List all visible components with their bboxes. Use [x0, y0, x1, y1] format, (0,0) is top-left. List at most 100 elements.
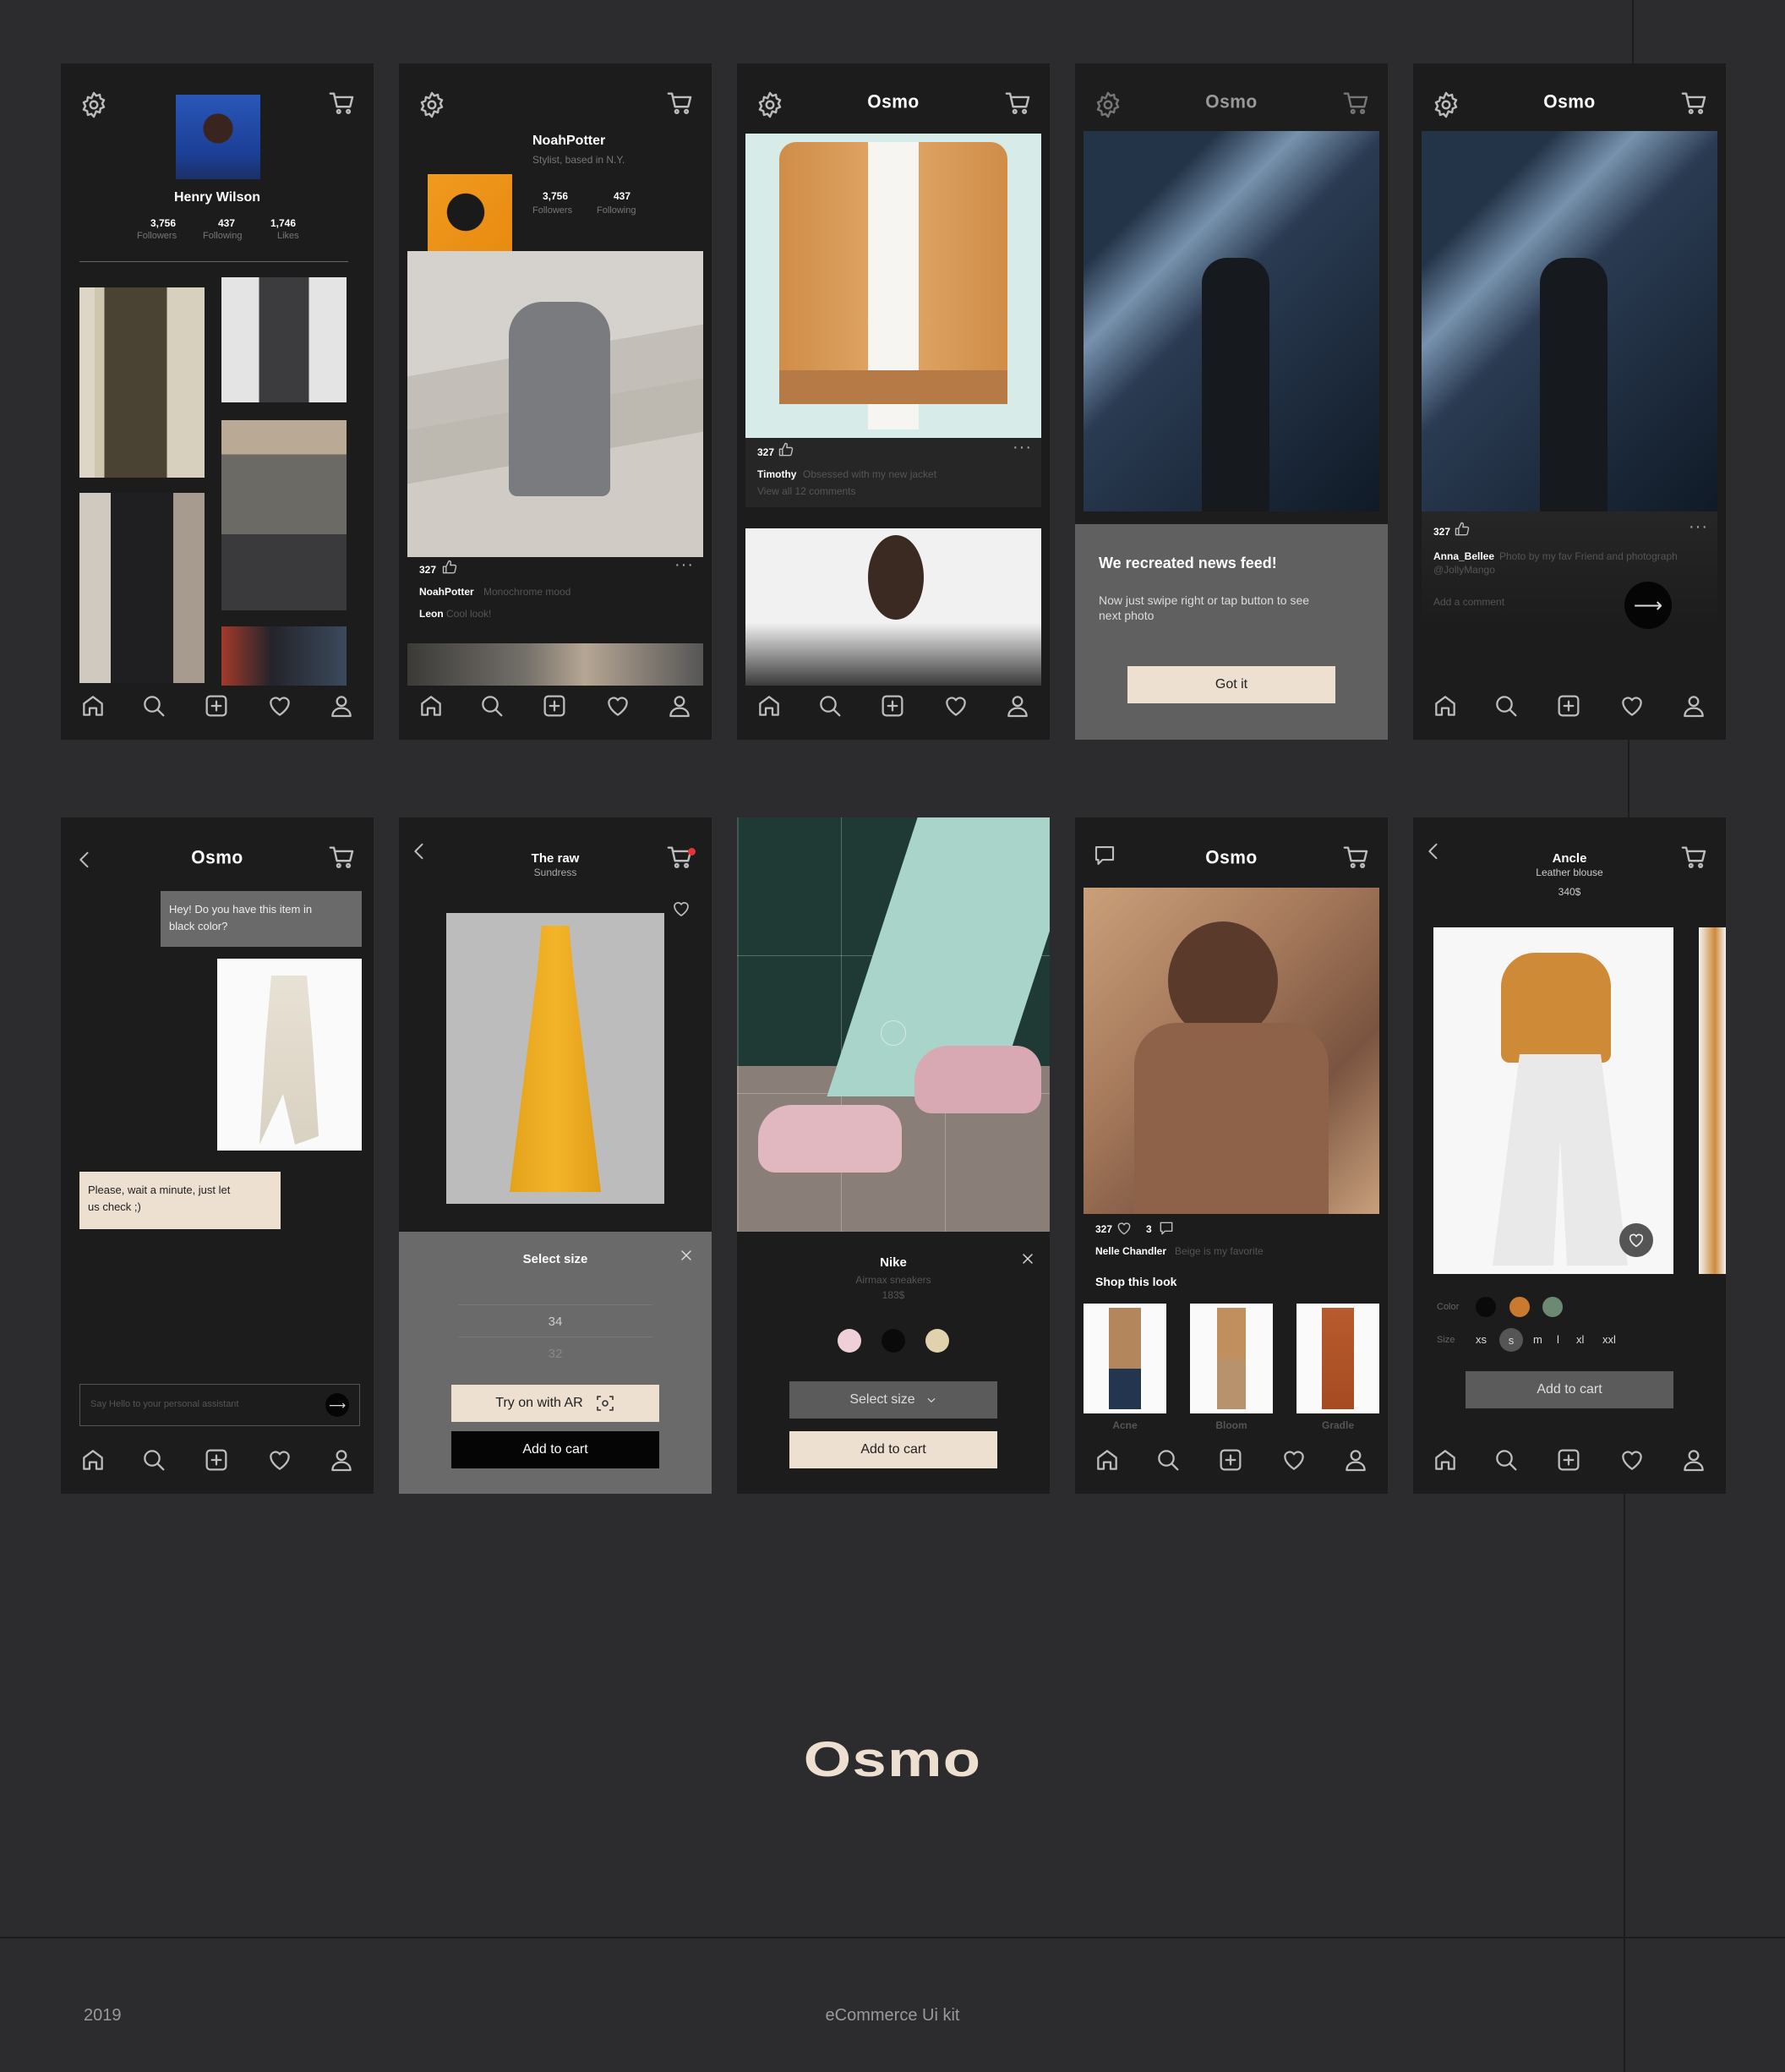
heart-icon[interactable] — [942, 692, 969, 719]
search-icon[interactable] — [478, 692, 505, 719]
message-image[interactable] — [217, 959, 362, 1151]
chat-input[interactable]: Say Hello to your personal assistant ⟶ — [79, 1384, 360, 1426]
try-on-ar-button[interactable]: Try on with AR — [451, 1385, 659, 1422]
size-option[interactable]: 34 — [399, 1315, 712, 1329]
search-icon[interactable] — [1155, 1446, 1182, 1473]
close-icon[interactable] — [1019, 1250, 1036, 1267]
color-swatch-green[interactable] — [1542, 1297, 1563, 1317]
heart-icon[interactable] — [671, 899, 691, 919]
post-username[interactable]: NoahPotter — [419, 586, 474, 598]
comment-icon[interactable] — [1158, 1220, 1175, 1237]
look-item-image[interactable] — [1190, 1304, 1273, 1413]
heart-icon[interactable] — [266, 1446, 293, 1473]
view-comments-link[interactable]: View all 12 comments — [757, 485, 856, 497]
cart-icon[interactable] — [666, 89, 695, 118]
heart-icon[interactable] — [604, 692, 631, 719]
add-icon[interactable] — [1555, 1446, 1582, 1473]
send-button[interactable]: ⟶ — [325, 1393, 349, 1417]
favorite-button[interactable] — [1619, 1223, 1653, 1257]
user-icon[interactable] — [328, 692, 355, 719]
comment-username[interactable]: Leon — [419, 608, 444, 620]
cart-icon[interactable] — [1680, 843, 1709, 872]
heart-icon[interactable] — [1116, 1220, 1133, 1237]
heart-icon[interactable] — [266, 692, 293, 719]
next-post-photo[interactable] — [407, 643, 703, 686]
home-icon[interactable] — [1094, 1446, 1121, 1473]
add-icon[interactable] — [203, 1446, 230, 1473]
gallery-photo[interactable] — [79, 493, 205, 683]
add-to-cart-button[interactable]: Add to cart — [789, 1431, 997, 1468]
color-swatch-cream[interactable] — [925, 1329, 949, 1353]
home-icon[interactable] — [418, 692, 445, 719]
gallery-photo[interactable] — [79, 287, 205, 478]
add-icon[interactable] — [879, 692, 906, 719]
home-icon[interactable] — [756, 692, 783, 719]
got-it-button[interactable]: Got it — [1127, 666, 1335, 703]
user-icon[interactable] — [1680, 692, 1707, 719]
heart-icon[interactable] — [1619, 692, 1646, 719]
cart-icon[interactable] — [1680, 89, 1709, 118]
product-image[interactable] — [446, 913, 664, 1204]
post-photo[interactable] — [1084, 888, 1379, 1214]
post-username[interactable]: Nelle Chandler — [1095, 1245, 1166, 1257]
search-icon[interactable] — [140, 1446, 167, 1473]
post-photo[interactable] — [745, 134, 1041, 438]
search-icon[interactable] — [1493, 692, 1520, 719]
size-option-xl[interactable]: xl — [1576, 1333, 1584, 1346]
home-icon[interactable] — [79, 1446, 106, 1473]
user-icon[interactable] — [1680, 1446, 1707, 1473]
home-icon[interactable] — [1432, 692, 1459, 719]
add-icon[interactable] — [1217, 1446, 1244, 1473]
add-to-cart-button[interactable]: Add to cart — [451, 1431, 659, 1468]
color-swatch-black[interactable] — [1476, 1297, 1496, 1317]
comment-input[interactable]: Add a comment — [1433, 596, 1504, 608]
like-icon[interactable] — [778, 441, 794, 458]
gallery-photo[interactable] — [221, 420, 347, 610]
size-option-xxl[interactable]: xxl — [1602, 1333, 1616, 1346]
home-icon[interactable] — [79, 692, 106, 719]
more-options-icon[interactable]: ··· — [1013, 438, 1032, 457]
color-swatch-pink[interactable] — [838, 1329, 861, 1353]
look-item-image[interactable] — [1084, 1304, 1166, 1413]
user-icon[interactable] — [1004, 692, 1031, 719]
color-swatch-black[interactable] — [882, 1329, 905, 1353]
more-options-icon[interactable]: ··· — [674, 555, 694, 575]
cart-icon[interactable] — [328, 89, 357, 118]
more-options-icon[interactable]: ··· — [1689, 517, 1708, 537]
gallery-photo[interactable] — [221, 626, 347, 686]
search-icon[interactable] — [1493, 1446, 1520, 1473]
post-username[interactable]: Anna_Bellee — [1433, 550, 1494, 562]
size-option[interactable]: 32 — [399, 1347, 712, 1361]
cart-icon[interactable] — [1342, 89, 1371, 118]
look-item-image[interactable] — [1296, 1304, 1379, 1413]
select-size-dropdown[interactable]: Select size — [789, 1381, 997, 1419]
post-username[interactable]: Timothy — [757, 468, 796, 480]
post-mention[interactable]: @JollyMango — [1433, 564, 1495, 576]
user-icon[interactable] — [1342, 1446, 1369, 1473]
add-icon[interactable] — [1555, 692, 1582, 719]
like-icon[interactable] — [1454, 521, 1471, 538]
add-icon[interactable] — [203, 692, 230, 719]
user-icon[interactable] — [666, 692, 693, 719]
close-icon[interactable] — [678, 1247, 695, 1264]
cart-icon[interactable] — [328, 843, 357, 872]
add-icon[interactable] — [541, 692, 568, 719]
add-to-cart-button[interactable]: Add to cart — [1466, 1371, 1673, 1408]
post-photo[interactable] — [407, 251, 703, 557]
search-icon[interactable] — [816, 692, 843, 719]
cart-icon[interactable] — [1004, 89, 1033, 118]
like-icon[interactable] — [441, 559, 458, 576]
heart-icon[interactable] — [1280, 1446, 1307, 1473]
size-option-xs[interactable]: xs — [1476, 1333, 1487, 1346]
size-option-m[interactable]: m — [1533, 1333, 1542, 1346]
heart-icon[interactable] — [1619, 1446, 1646, 1473]
cart-icon[interactable] — [1342, 843, 1371, 872]
next-post-photo[interactable] — [745, 528, 1041, 686]
next-photo-button[interactable]: ⟶ — [1624, 582, 1672, 629]
size-option-selected[interactable]: s — [1499, 1328, 1523, 1352]
next-product-image[interactable] — [1699, 927, 1726, 1274]
product-image[interactable] — [1433, 927, 1673, 1274]
home-icon[interactable] — [1432, 1446, 1459, 1473]
settings-icon[interactable] — [418, 90, 446, 119]
color-swatch-orange[interactable] — [1509, 1297, 1530, 1317]
